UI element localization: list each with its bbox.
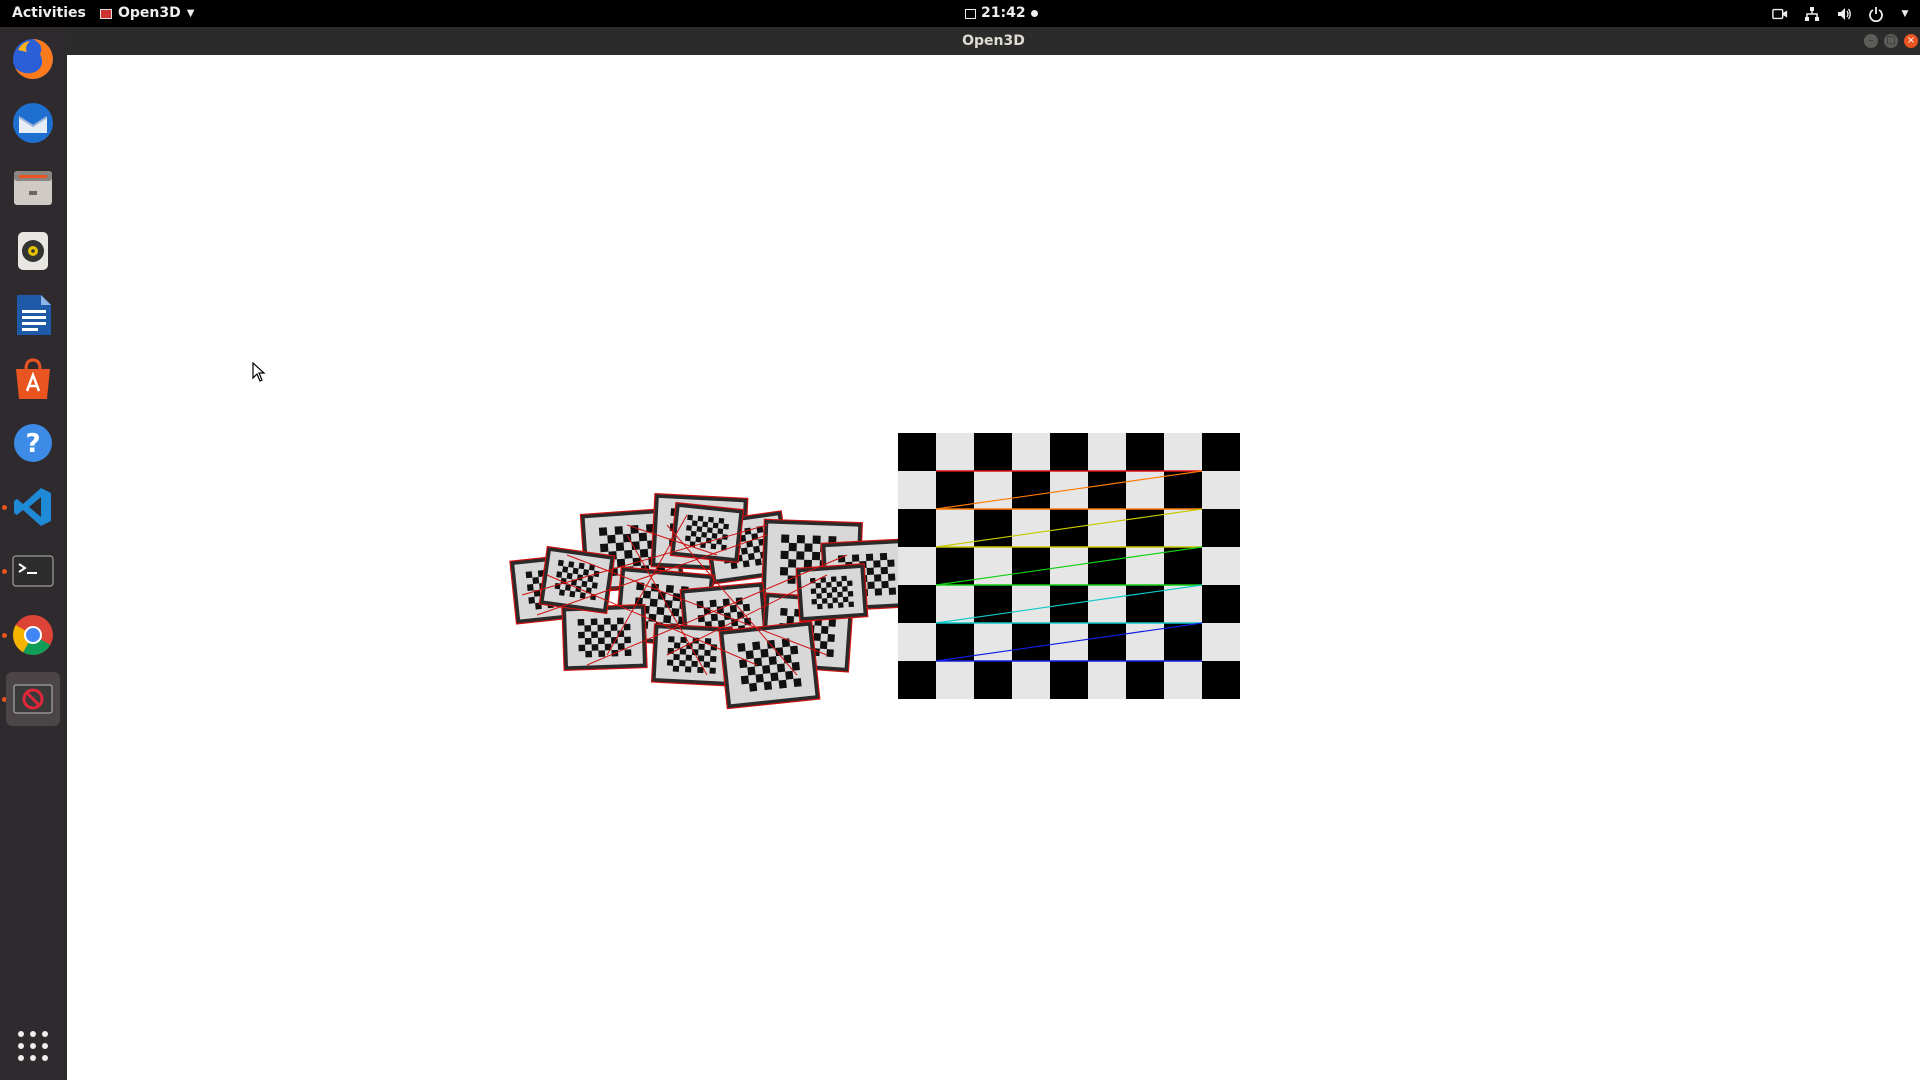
- checkerboard-square: [974, 661, 1012, 699]
- checkerboard-square: [936, 585, 974, 623]
- checkerboard-square: [1202, 623, 1240, 661]
- checkerboard-square: [936, 547, 974, 585]
- checkerboard-square: [1164, 661, 1202, 699]
- checkerboard-square: [1088, 509, 1126, 547]
- checkerboard-square: [1164, 585, 1202, 623]
- checkerboard-square: [898, 661, 936, 699]
- camera-frame: [718, 620, 821, 710]
- checkerboard-square: [1164, 547, 1202, 585]
- checkerboard-square: [1126, 661, 1164, 699]
- checkerboard-square: [1088, 661, 1126, 699]
- camera-frame: [561, 603, 648, 672]
- close-button[interactable]: ×: [1904, 34, 1918, 48]
- checkerboard-square: [1202, 661, 1240, 699]
- checkerboard-square: [1164, 623, 1202, 661]
- calendar-icon: [965, 8, 976, 19]
- checkerboard-square: [1012, 623, 1050, 661]
- checkerboard-square: [1202, 509, 1240, 547]
- window-title: Open3D: [962, 33, 1025, 49]
- checkerboard-square: [1088, 623, 1126, 661]
- help-icon[interactable]: ?: [6, 416, 60, 470]
- checkerboard-square: [1012, 433, 1050, 471]
- checkerboard-square: [1012, 547, 1050, 585]
- mouse-cursor-icon: [252, 362, 266, 382]
- maximize-button[interactable]: □: [1884, 34, 1898, 48]
- volume-icon[interactable]: [1836, 6, 1852, 22]
- open3d-viewport[interactable]: [67, 55, 1920, 1080]
- software-center-icon[interactable]: [6, 352, 60, 406]
- checkerboard-square: [974, 433, 1012, 471]
- checkerboard-square: [898, 471, 936, 509]
- activities-button[interactable]: Activities: [12, 0, 86, 27]
- window-title-bar[interactable]: Open3D: [67, 27, 1920, 55]
- checkerboard-square: [898, 509, 936, 547]
- checkerboard-square: [936, 623, 974, 661]
- camera-frame: [669, 501, 745, 564]
- svg-text:?: ?: [25, 429, 40, 459]
- thunderbird-icon[interactable]: [6, 96, 60, 150]
- checkerboard-square: [936, 433, 974, 471]
- checkerboard-square: [936, 509, 974, 547]
- clock[interactable]: 21:42: [965, 0, 1038, 27]
- checkerboard-square: [936, 661, 974, 699]
- camera-frame: [538, 545, 616, 615]
- network-icon[interactable]: [1804, 6, 1820, 22]
- checkerboard-square: [1202, 585, 1240, 623]
- window-controls: – □ ×: [1864, 27, 1918, 55]
- checkerboard-square: [1012, 509, 1050, 547]
- checkerboard-square: [898, 547, 936, 585]
- checkerboard-square: [1202, 433, 1240, 471]
- checkerboard-square: [1202, 471, 1240, 509]
- system-tray: ▼: [1772, 0, 1910, 27]
- checkerboard-square: [1012, 661, 1050, 699]
- files-icon[interactable]: [6, 160, 60, 214]
- camera-frustums-cluster: [509, 492, 914, 710]
- checkerboard-square: [1088, 547, 1126, 585]
- checkerboard-square: [1202, 547, 1240, 585]
- app-menu[interactable]: Open3D ▼: [100, 0, 194, 27]
- dock: ?: [0, 27, 67, 1080]
- chevron-down-icon: ▼: [186, 8, 195, 19]
- checkerboard-square: [1088, 433, 1126, 471]
- chrome-icon[interactable]: [6, 608, 60, 662]
- checkerboard-square: [1050, 433, 1088, 471]
- libreoffice-writer-icon[interactable]: [6, 288, 60, 342]
- rhythmbox-icon[interactable]: [6, 224, 60, 278]
- top-bar: Activities Open3D ▼ 21:42 ▼: [0, 0, 1920, 27]
- checkerboard-square: [898, 433, 936, 471]
- app-menu-icon: [100, 8, 112, 19]
- checkerboard-square: [1050, 661, 1088, 699]
- checkerboard-square: [1164, 471, 1202, 509]
- terminal-icon[interactable]: [6, 544, 60, 598]
- checkerboard-square: [1164, 509, 1202, 547]
- app-menu-label: Open3D: [118, 5, 181, 21]
- open3d-window-icon[interactable]: [6, 672, 60, 726]
- screen-record-icon[interactable]: [1772, 6, 1788, 22]
- scene-canvas: [509, 433, 1240, 710]
- checkerboard-square: [1012, 471, 1050, 509]
- minimize-button[interactable]: –: [1864, 34, 1878, 48]
- checkerboard-square: [898, 585, 936, 623]
- checkerboard-square: [1164, 433, 1202, 471]
- chevron-down-icon[interactable]: ▼: [1900, 6, 1910, 22]
- show-applications-icon[interactable]: [6, 1019, 60, 1073]
- power-icon[interactable]: [1868, 6, 1884, 22]
- checkerboard-square: [1126, 433, 1164, 471]
- checkerboard-square: [936, 471, 974, 509]
- vscode-icon[interactable]: [6, 480, 60, 534]
- notification-dot-icon: [1030, 10, 1038, 17]
- checkerboard-square: [1088, 585, 1126, 623]
- checkerboard-square: [898, 623, 936, 661]
- firefox-icon[interactable]: [6, 32, 60, 86]
- clock-time: 21:42: [981, 5, 1026, 21]
- checkerboard-square: [1012, 585, 1050, 623]
- checkerboard-square: [1088, 471, 1126, 509]
